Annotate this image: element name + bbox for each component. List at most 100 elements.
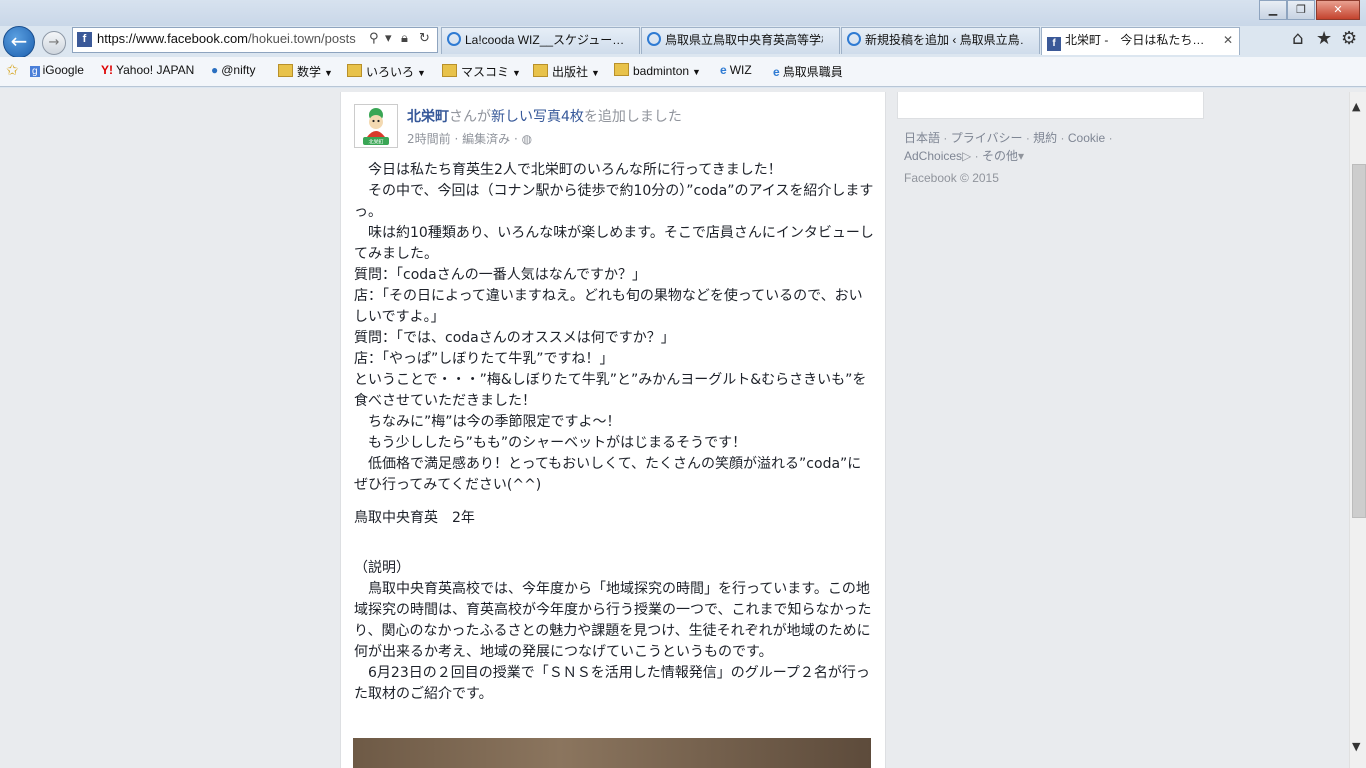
home-icon[interactable]: ⌂ xyxy=(1292,28,1303,49)
body-paragraph: 店：「やっぱ”しぼりたて牛乳”ですね！」 xyxy=(354,351,614,367)
dropdown-icon[interactable]: ▾ xyxy=(385,31,392,46)
caret-down-icon: ▾ xyxy=(1017,149,1024,163)
photos-link[interactable]: 新しい写真4枚 xyxy=(491,109,584,125)
close-tab-icon[interactable]: ✕ xyxy=(1223,28,1233,52)
fav-label: iGoogle xyxy=(42,63,84,77)
fav-label: Yahoo! JAPAN xyxy=(116,63,195,77)
author-line: 鳥取中央育英 2年 xyxy=(354,510,475,526)
lock-icon[interactable]: 🔒︎ xyxy=(401,31,408,46)
facebook-icon: f xyxy=(1047,37,1061,51)
footer-link-language[interactable]: 日本語 xyxy=(904,131,940,145)
tab-title: 鳥取県立鳥取中央育英高等学校 xyxy=(665,33,823,47)
body-paragraph: 店：「その日によって違いますねえ。どれも旬の果物などを使っているので、おいしいで… xyxy=(354,288,863,325)
footer-link-privacy[interactable]: プライバシー xyxy=(951,131,1023,145)
body-paragraph: 低価格で満足感あり！とってもおいしくて、たくさんの笑顔が溢れる”coda”にぜひ… xyxy=(354,456,862,493)
caret-down-icon: ▼ xyxy=(692,67,701,77)
folder-icon xyxy=(278,64,293,77)
explanation-paragraph: 鳥取中央育英高校では、今年度から「地域探究の時間」を行っています。この地域探究の… xyxy=(354,581,872,660)
footer-link-adchoices[interactable]: AdChoices xyxy=(904,149,962,163)
fav-nifty[interactable]: ● @nifty xyxy=(211,63,255,77)
post-meta: 2時間前 · 編集済み · ◍ xyxy=(407,130,532,147)
post-body: 今日は私たち育英生2人で北栄町のいろんな所に行ってきました！ その中で、今回は（… xyxy=(354,160,874,705)
fav-folder-media[interactable]: マスコミ ▼ xyxy=(442,63,521,80)
back-button[interactable]: ← xyxy=(3,26,35,58)
caret-down-icon: ▼ xyxy=(591,68,600,78)
tab-new-post[interactable]: 新規投稿を追加 ‹ 鳥取県立鳥… xyxy=(841,27,1040,54)
ie-icon: e xyxy=(720,63,727,77)
yahoo-icon: Y! xyxy=(101,63,113,77)
meta-separator: · xyxy=(513,132,518,146)
favorites-star-icon[interactable]: ✩ xyxy=(6,61,19,79)
google-icon: g xyxy=(30,66,40,77)
header-text-end: を追加しました xyxy=(583,109,682,125)
adchoices-icon: ▷ xyxy=(962,149,972,163)
fav-yahoo[interactable]: Y! Yahoo! JAPAN xyxy=(101,63,194,77)
header-text: さんが xyxy=(449,109,491,125)
arrow-right-icon: → xyxy=(48,35,60,50)
fav-label: WIZ xyxy=(729,63,752,77)
fav-folder-math[interactable]: 数学 ▼ xyxy=(278,63,333,80)
page-name-link[interactable]: 北栄町 xyxy=(407,109,449,125)
copyright: Facebook © 2015 xyxy=(904,171,999,185)
globe-icon[interactable]: ◍ xyxy=(522,132,532,146)
tab-facebook-active[interactable]: f 北栄町 - 今日は私たち… ✕ xyxy=(1041,27,1240,55)
explanation-paragraph: 6月23日の２回目の授業で「ＳＮＳを活用した情報発信」のグループ２名が行った取材… xyxy=(354,665,870,702)
address-bar[interactable]: f https://www.facebook.com/hokuei.town/p… xyxy=(72,27,438,53)
body-paragraph: ちなみに”梅”は今の季節限定ですよ～！ xyxy=(354,414,621,430)
fav-folder-misc[interactable]: いろいろ ▼ xyxy=(347,63,426,80)
star-icon[interactable]: ★ xyxy=(1316,28,1332,49)
fav-label: 数学 xyxy=(297,65,322,79)
tab-title: 新規投稿を追加 ‹ 鳥取県立鳥… xyxy=(865,33,1023,47)
ie-icon xyxy=(647,32,661,46)
fav-label: 出版社 xyxy=(552,65,589,79)
fav-folder-publisher[interactable]: 出版社 ▼ xyxy=(533,63,600,80)
footer-links: 日本語 · プライバシー · 規約 · Cookie · AdChoices▷ … xyxy=(904,129,1204,165)
body-paragraph: 味は約10種類あり、いろんな味が楽しめます。そこで店員さんにインタビューしてみま… xyxy=(354,225,874,262)
body-paragraph: ということで・・・”梅&しぼりたて牛乳”と”みかんヨーグルト&むらさきいも”を食… xyxy=(354,372,867,409)
footer-link-terms[interactable]: 規約 xyxy=(1033,131,1057,145)
refresh-icon[interactable]: ↻ xyxy=(419,31,430,46)
minimize-button[interactable]: ▁ xyxy=(1259,0,1287,20)
tab-school[interactable]: 鳥取県立鳥取中央育英高等学校 xyxy=(641,27,840,54)
footer-separator: · xyxy=(1025,131,1030,145)
footer-link-more[interactable]: その他 xyxy=(982,149,1018,163)
gear-icon[interactable]: ⚙ xyxy=(1341,28,1357,49)
browser-chrome: ▁ ❐ ✕ ← → f https://www.facebook.com/hok… xyxy=(0,0,1366,88)
fav-wiz[interactable]: e WIZ xyxy=(720,63,752,77)
maximize-button[interactable]: ❐ xyxy=(1287,0,1315,20)
body-paragraph: その中で、今回は（コナン駅から徒歩で約10分の）”coda”のアイスを紹介します… xyxy=(354,183,874,220)
post-header: 北栄町さんが新しい写真4枚を追加しました xyxy=(407,106,682,126)
post-photo[interactable] xyxy=(353,738,871,768)
title-bar: ▁ ❐ ✕ xyxy=(0,0,1366,26)
facebook-icon: f xyxy=(77,32,92,47)
post-timestamp[interactable]: 2時間前 xyxy=(407,132,451,146)
body-paragraph: 質問：「codaさんの一番人気はなんですか？」 xyxy=(354,267,647,283)
search-icon[interactable]: ⚲ xyxy=(369,31,379,46)
fav-tottori-staff[interactable]: e 鳥取県職員 xyxy=(773,63,843,80)
tab-lacooda[interactable]: La!cooda WIZ__スケジュー… xyxy=(441,27,640,54)
tab-title: La!cooda WIZ__スケジュー… xyxy=(465,33,623,47)
fav-igoogle[interactable]: g iGoogle xyxy=(30,63,84,77)
scroll-thumb[interactable] xyxy=(1352,164,1366,518)
window-close-button[interactable]: ✕ xyxy=(1316,0,1360,20)
mascot-logo: 北栄町 xyxy=(355,105,397,147)
edited-label[interactable]: 編集済み xyxy=(462,132,510,146)
arrow-left-icon: ← xyxy=(10,29,28,53)
vertical-scrollbar[interactable]: ▲ ▼ xyxy=(1349,92,1366,768)
footer-separator: · xyxy=(974,149,979,163)
fav-folder-badminton[interactable]: badminton ▼ xyxy=(614,63,701,78)
scroll-down-icon[interactable]: ▼ xyxy=(1352,740,1360,753)
sidebar-box xyxy=(897,92,1204,119)
avatar[interactable]: 北栄町 xyxy=(354,104,398,148)
facebook-post: 北栄町 北栄町さんが新しい写真4枚を追加しました 2時間前 · 編集済み · ◍… xyxy=(340,92,886,768)
folder-icon xyxy=(347,64,362,77)
scroll-up-icon[interactable]: ▲ xyxy=(1352,100,1360,113)
address-url[interactable]: https://www.facebook.com/hokuei.town/pos… xyxy=(97,31,367,46)
ie-icon xyxy=(447,32,461,46)
forward-button[interactable]: → xyxy=(42,31,66,55)
svg-text:北栄町: 北栄町 xyxy=(368,139,383,146)
folder-icon xyxy=(614,63,629,76)
footer-link-cookie[interactable]: Cookie xyxy=(1068,131,1105,145)
